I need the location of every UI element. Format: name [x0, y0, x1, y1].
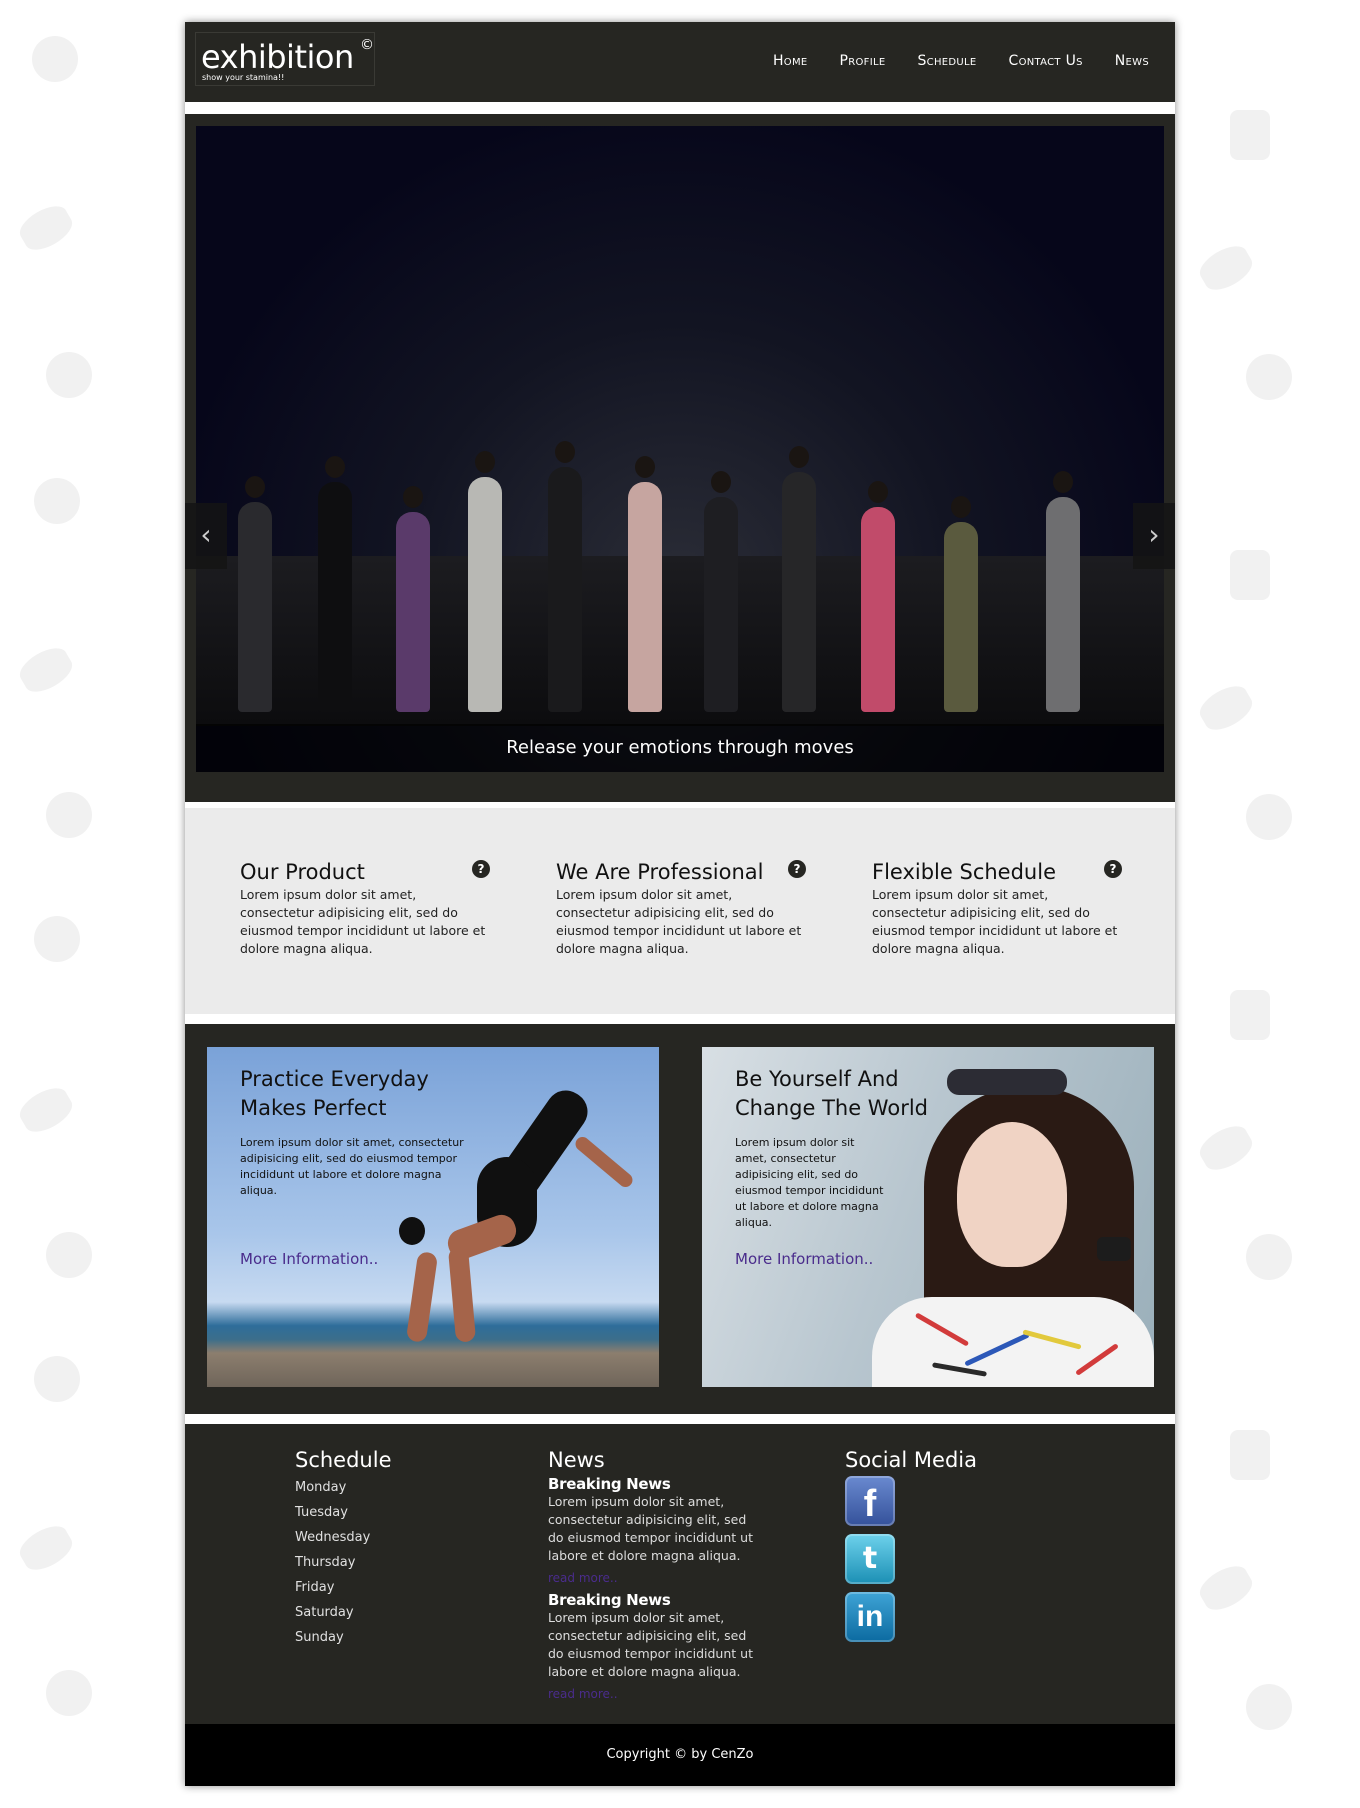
feature-title: We Are Professional	[556, 860, 764, 884]
read-more-link[interactable]: read more..	[548, 1565, 763, 1591]
feature-flexible-schedule: Flexible Schedule Lorem ipsum dolor sit …	[872, 860, 1122, 958]
promo-title: Be Yourself And Change The World	[735, 1065, 975, 1123]
footer-schedule: Schedule Monday Tuesday Wednesday Thursd…	[295, 1448, 392, 1650]
footer-heading: Social Media	[845, 1448, 978, 1472]
schedule-day[interactable]: Thursday	[295, 1550, 392, 1575]
promo-text: Lorem ipsum dolor sit amet, consectetur …	[240, 1136, 464, 1197]
promo-title-line-1: Practice Everyday	[240, 1067, 429, 1091]
feature-text: Lorem ipsum dolor sit amet, consectetur …	[556, 887, 802, 956]
promo-card-practice: Practice Everyday Makes Perfect Lorem ip…	[207, 1047, 659, 1387]
feature-text: Lorem ipsum dolor sit amet, consectetur …	[240, 887, 486, 956]
nav-contact-us[interactable]: Contact Us	[1009, 53, 1083, 69]
chevron-left-icon[interactable]: ‹	[185, 503, 227, 569]
schedule-day[interactable]: Monday	[295, 1475, 392, 1500]
promo-text: Lorem ipsum dolor sit amet, consectetur …	[735, 1136, 884, 1229]
news-title: Breaking News	[548, 1591, 671, 1609]
facebook-icon[interactable]: f	[845, 1476, 895, 1526]
footer-social: Social Media f t in	[845, 1448, 977, 1642]
main-nav: Home Profile Schedule Contact Us News	[773, 53, 1149, 69]
question-circle-icon[interactable]: ?	[788, 860, 806, 878]
promo-title-line-2: Makes Perfect	[240, 1096, 387, 1120]
more-information-link[interactable]: More Information..	[735, 1250, 873, 1268]
promo-section: Practice Everyday Makes Perfect Lorem ip…	[185, 1024, 1175, 1414]
logo-text: exhibition	[201, 38, 354, 76]
news-item: Breaking News Lorem ipsum dolor sit amet…	[548, 1475, 763, 1591]
social-icons: f t in	[845, 1476, 977, 1642]
footer-news: News Breaking News Lorem ipsum dolor sit…	[548, 1448, 763, 1707]
logo[interactable]: exhibition © show your stamina!!	[195, 32, 375, 86]
footer-heading: News	[548, 1448, 605, 1472]
feature-title: Flexible Schedule	[872, 860, 1056, 884]
features-section: Our Product Lorem ipsum dolor sit amet, …	[185, 808, 1175, 1014]
linkedin-icon[interactable]: in	[845, 1592, 895, 1642]
schedule-day[interactable]: Saturday	[295, 1600, 392, 1625]
footer-heading: Schedule	[295, 1448, 392, 1472]
nav-schedule[interactable]: Schedule	[917, 53, 976, 69]
divider	[185, 102, 1175, 114]
schedule-day[interactable]: Sunday	[295, 1625, 392, 1650]
news-text: Lorem ipsum dolor sit amet, consectetur …	[548, 1494, 753, 1563]
schedule-day[interactable]: Wednesday	[295, 1525, 392, 1550]
news-title: Breaking News	[548, 1475, 671, 1493]
site-header: exhibition © show your stamina!! Home Pr…	[185, 22, 1175, 102]
more-information-link[interactable]: More Information..	[240, 1250, 378, 1268]
copyright-mark: ©	[360, 37, 374, 53]
question-circle-icon[interactable]: ?	[472, 860, 490, 878]
slide-image: Release your emotions through moves	[196, 126, 1164, 772]
feature-text: Lorem ipsum dolor sit amet, consectetur …	[872, 887, 1118, 956]
hero-slider: Release your emotions through moves ‹ ›	[185, 114, 1175, 802]
promo-title-line-2: Change The World	[735, 1096, 928, 1120]
twitter-icon[interactable]: t	[845, 1534, 895, 1584]
news-item: Breaking News Lorem ipsum dolor sit amet…	[548, 1591, 763, 1707]
copyright-bar: Copyright © by CenZo	[185, 1724, 1175, 1786]
promo-card-be-yourself: Be Yourself And Change The World Lorem i…	[702, 1047, 1154, 1387]
schedule-list: Monday Tuesday Wednesday Thursday Friday…	[295, 1475, 392, 1650]
news-text: Lorem ipsum dolor sit amet, consectetur …	[548, 1610, 753, 1679]
nav-news[interactable]: News	[1115, 53, 1149, 69]
nav-profile[interactable]: Profile	[840, 53, 886, 69]
slide-caption: Release your emotions through moves	[196, 724, 1164, 772]
feature-our-product: Our Product Lorem ipsum dolor sit amet, …	[240, 860, 490, 958]
promo-title: Practice Everyday Makes Perfect	[240, 1065, 480, 1123]
page-container: exhibition © show your stamina!! Home Pr…	[185, 22, 1175, 1786]
feature-we-are-professional: We Are Professional Lorem ipsum dolor si…	[556, 860, 806, 958]
site-footer: Schedule Monday Tuesday Wednesday Thursd…	[185, 1424, 1175, 1734]
question-circle-icon[interactable]: ?	[1104, 860, 1122, 878]
chevron-right-icon[interactable]: ›	[1133, 503, 1175, 569]
promo-title-line-1: Be Yourself And	[735, 1067, 899, 1091]
schedule-day[interactable]: Tuesday	[295, 1500, 392, 1525]
schedule-day[interactable]: Friday	[295, 1575, 392, 1600]
feature-title: Our Product	[240, 860, 365, 884]
read-more-link[interactable]: read more..	[548, 1681, 763, 1707]
logo-tagline: show your stamina!!	[202, 73, 285, 82]
nav-home[interactable]: Home	[773, 53, 808, 69]
